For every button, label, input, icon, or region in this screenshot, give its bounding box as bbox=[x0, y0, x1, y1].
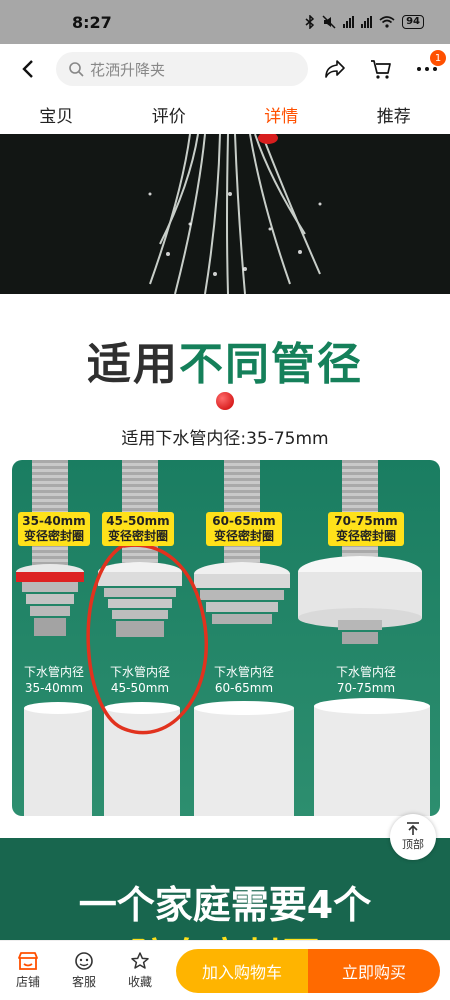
section-subtitle: 适用下水管内径:35-75mm bbox=[121, 429, 329, 449]
top-navigation: 花洒升降夹 1 bbox=[0, 44, 450, 94]
bluetooth-icon bbox=[305, 15, 315, 29]
tab-reviews[interactable]: 评价 bbox=[142, 98, 196, 131]
product-tag-2: 45-50mm 变径密封圈 bbox=[102, 512, 174, 546]
more-icon bbox=[417, 67, 437, 71]
search-bar[interactable]: 花洒升降夹 bbox=[56, 52, 308, 86]
search-icon bbox=[69, 62, 84, 77]
tab-details[interactable]: 详情 bbox=[254, 98, 308, 131]
favorite-label: 收藏 bbox=[127, 975, 152, 989]
product-caption-2: 下水管内径 45-50mm bbox=[109, 665, 170, 695]
tab-bar: 宝贝 评价 详情 推荐 bbox=[0, 94, 450, 134]
product-caption-1: 下水管内径 35-40mm bbox=[23, 665, 84, 695]
status-icons: 94 bbox=[305, 15, 424, 29]
mute-icon bbox=[322, 15, 336, 29]
product-tag-3: 60-65mm 变径密封圈 bbox=[206, 512, 282, 546]
chevron-left-icon bbox=[22, 60, 33, 78]
signal-icon-2 bbox=[361, 16, 373, 28]
product-comparison-image: 35-40mm 变径密封圈 45-50mm 变径密封圈 60-65mm 变径密封… bbox=[12, 460, 440, 816]
tab-recommend[interactable]: 推荐 bbox=[367, 98, 421, 131]
detail-content[interactable]: 适用不同管径 适用下水管内径:35-75mm 35-40mm 变径密封圈 45-… bbox=[0, 134, 450, 940]
star-icon bbox=[131, 952, 149, 969]
search-text: 花洒升降夹 bbox=[90, 60, 166, 79]
red-dot-decoration bbox=[216, 392, 234, 410]
status-bar: 8:27 94 bbox=[0, 0, 450, 44]
share-button[interactable] bbox=[322, 56, 348, 82]
buy-now-button[interactable]: 立即购买 bbox=[308, 949, 440, 993]
service-icon bbox=[75, 952, 93, 970]
customer-service-button[interactable]: 客服 bbox=[56, 951, 112, 990]
store-icon bbox=[18, 952, 38, 970]
back-button[interactable] bbox=[0, 44, 56, 94]
message-badge: 1 bbox=[430, 50, 446, 66]
signal-icon bbox=[343, 16, 355, 28]
arrow-up-icon bbox=[407, 822, 419, 835]
favorite-button[interactable]: 收藏 bbox=[112, 951, 168, 990]
bottom-action-bar: 店铺 客服 收藏 加入购物车 立即购买 bbox=[0, 940, 450, 1000]
section-heading: 适用不同管径 bbox=[0, 328, 450, 392]
store-label: 店铺 bbox=[15, 975, 40, 989]
back-to-top-label: 顶部 bbox=[402, 838, 424, 851]
banner-line-2: 防臭密封圈 bbox=[0, 926, 450, 940]
wifi-icon bbox=[379, 16, 395, 28]
water-splash-image bbox=[0, 134, 450, 294]
add-to-cart-button[interactable]: 加入购物车 bbox=[176, 949, 308, 993]
nav-icons: 1 bbox=[322, 50, 446, 82]
back-to-top-button[interactable]: 顶部 bbox=[390, 814, 436, 860]
product-caption-3: 下水管内径 60-65mm bbox=[213, 665, 274, 695]
cart-button[interactable] bbox=[368, 56, 394, 82]
heading-highlight: 不同管径 bbox=[179, 339, 363, 390]
share-icon bbox=[325, 60, 345, 78]
more-menu-button[interactable]: 1 bbox=[414, 50, 446, 82]
store-button[interactable]: 店铺 bbox=[0, 951, 56, 990]
cart-icon bbox=[371, 60, 391, 79]
tab-item[interactable]: 宝贝 bbox=[29, 98, 83, 131]
heading-plain: 适用 bbox=[87, 339, 179, 390]
product-tag-4: 70-75mm 变径密封圈 bbox=[328, 512, 404, 546]
product-caption-4: 下水管内径 70-75mm bbox=[335, 665, 396, 695]
battery-icon: 94 bbox=[402, 15, 424, 29]
banner-line-1: 一个家庭需要4个 bbox=[78, 883, 372, 927]
service-label: 客服 bbox=[71, 975, 96, 989]
product-tag-1: 35-40mm 变径密封圈 bbox=[18, 512, 90, 546]
status-time: 8:27 bbox=[72, 12, 112, 32]
